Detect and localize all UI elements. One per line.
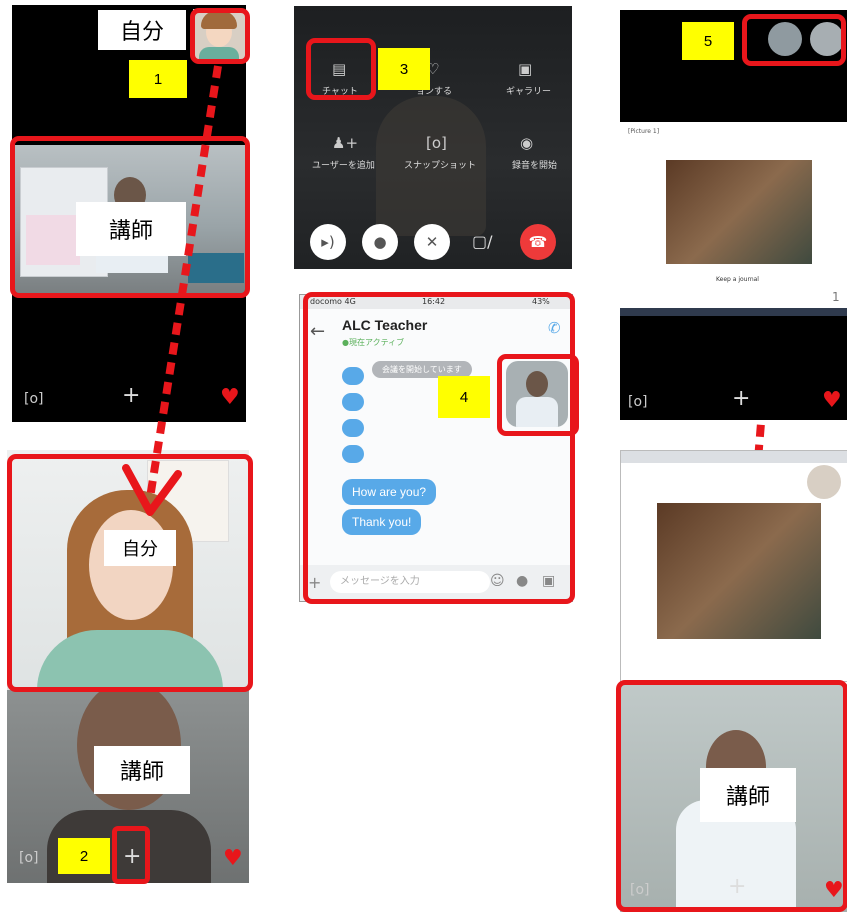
chat-button-highlight [306, 38, 376, 100]
heart-icon[interactable]: ♥ [822, 390, 842, 412]
video-off-icon[interactable]: ▢/ [472, 232, 493, 251]
close-button[interactable]: ✕ [414, 224, 450, 260]
self-mini-avatar[interactable] [807, 465, 841, 499]
snapshot-icon[interactable]: [o] [628, 394, 648, 410]
snapshot-icon[interactable]: [o] [426, 134, 447, 152]
page-number: 1 [832, 290, 840, 304]
mic-button[interactable]: ● [362, 224, 398, 260]
participants-highlight [742, 14, 846, 66]
add-button[interactable]: + [732, 388, 750, 410]
menu-gallery-label: ギャラリー [506, 87, 552, 97]
panel5-shared-screen [620, 450, 847, 682]
chat-screen-highlight [303, 292, 575, 604]
slide-header: [Picture 1] [628, 128, 660, 135]
teacher-thumbnail-highlight [497, 354, 579, 436]
teacher-label: 講師 [700, 768, 796, 822]
gallery-icon[interactable]: ▣ [518, 60, 532, 78]
menu-record-label: 録音を開始 [512, 161, 558, 171]
menu-snapshot-label: スナップショット [404, 161, 477, 171]
slide-photo [657, 503, 821, 639]
callout-5: 5 [682, 22, 734, 60]
menu-add-user-label: ユーザーを追加 [312, 161, 375, 171]
record-icon[interactable]: ◉ [520, 134, 533, 152]
add-user-icon[interactable]: ♟+ [332, 134, 358, 152]
speaker-button[interactable]: ▸) [310, 224, 346, 260]
end-call-button[interactable]: ☎ [520, 224, 556, 260]
callout-3: 3 [378, 48, 430, 90]
panel5-top-screen: [Picture 1] Keep a journal 1 [o] + ♥ [620, 10, 847, 420]
slide-caption: Keep a journal [716, 276, 759, 283]
taskbar [620, 308, 847, 316]
slide-photo [666, 160, 812, 264]
callout-4: 4 [438, 376, 490, 418]
shared-slide: [Picture 1] Keep a journal 1 [620, 122, 847, 308]
